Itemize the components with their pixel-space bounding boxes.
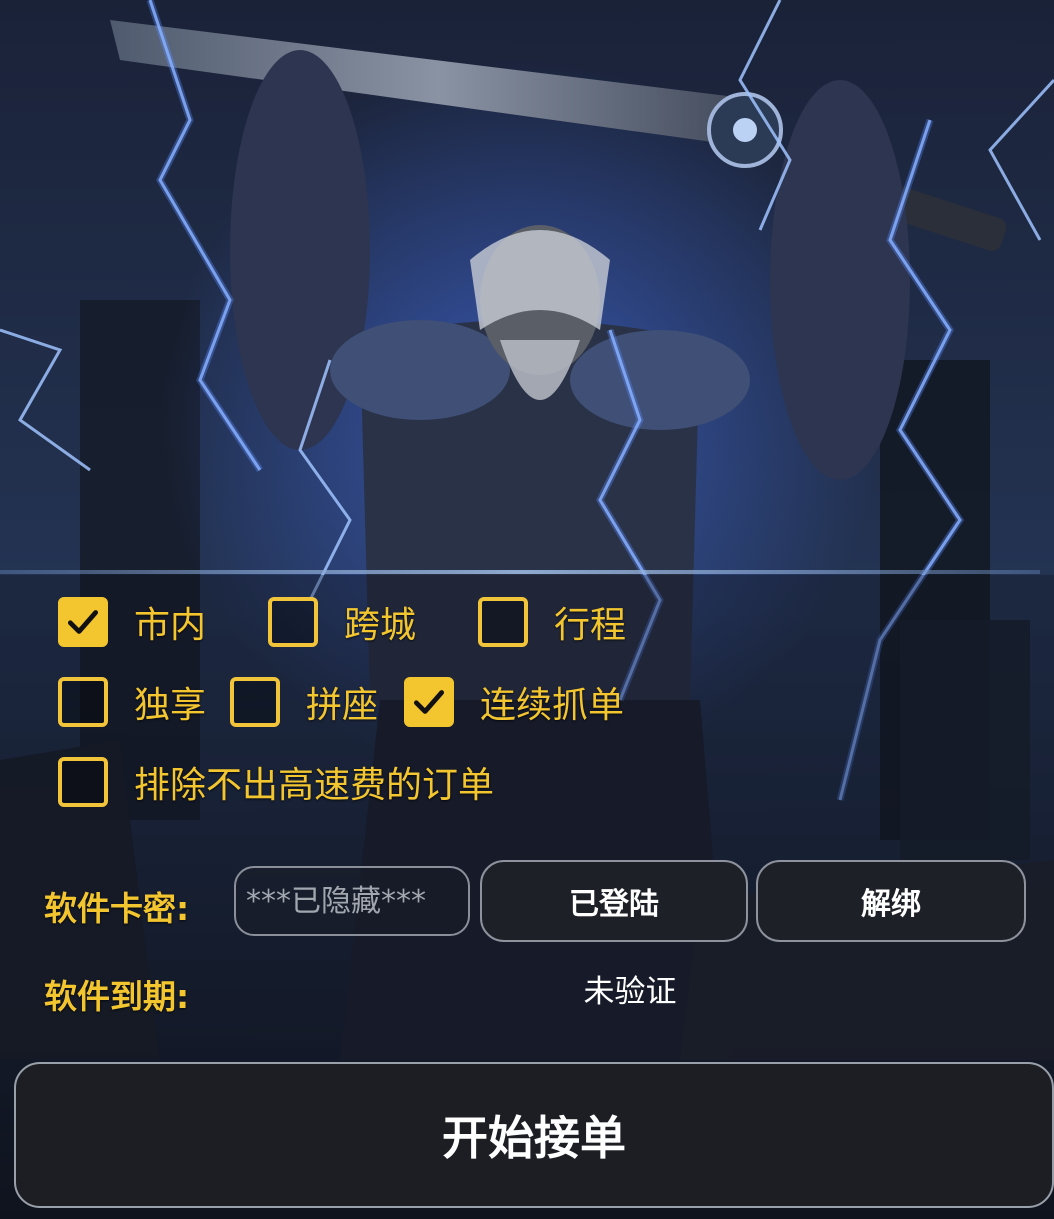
check-icon xyxy=(413,690,445,714)
option-label: 连续抓单 xyxy=(480,685,625,726)
option-label: 市内 xyxy=(134,605,207,646)
option-label: 行程 xyxy=(554,605,627,646)
start-accepting-orders-button[interactable]: 开始接单 xyxy=(14,1062,1054,1208)
option-row-3: 排除不出高速费的订单 xyxy=(0,756,1054,816)
option-row-2: 独享 拼座 连续抓单 xyxy=(0,676,1054,736)
checkbox-carpool[interactable] xyxy=(230,677,280,727)
checkbox-continuous-grab[interactable] xyxy=(404,677,454,727)
license-key-label: 软件卡密: xyxy=(44,889,190,928)
section-divider xyxy=(0,570,1040,574)
checkbox-trip[interactable] xyxy=(478,597,528,647)
option-carpool[interactable]: 拼座 xyxy=(230,676,378,728)
unbind-button[interactable]: 解绑 xyxy=(756,860,1026,942)
checkbox-intercity[interactable] xyxy=(268,597,318,647)
option-label: 独享 xyxy=(134,685,207,726)
checkbox-city[interactable] xyxy=(58,597,108,647)
check-icon xyxy=(67,610,99,634)
option-row-1: 市内 跨城 行程 xyxy=(0,596,1054,656)
option-label: 拼座 xyxy=(306,685,379,726)
option-city[interactable]: 市内 xyxy=(58,596,206,648)
option-intercity[interactable]: 跨城 xyxy=(268,596,416,648)
checkbox-exclude-no-toll[interactable] xyxy=(58,757,108,807)
option-trip[interactable]: 行程 xyxy=(478,596,626,648)
license-key-input[interactable] xyxy=(234,866,470,936)
app-screen: 市内 跨城 行程 独享 拼座 连续抓单 排除不出高速费的订单 软件卡密: ***… xyxy=(0,0,1054,1219)
expire-label: 软件到期: xyxy=(44,977,190,1016)
checkbox-exclusive[interactable] xyxy=(58,677,108,727)
option-label: 跨城 xyxy=(344,605,417,646)
option-label: 排除不出高速费的订单 xyxy=(134,765,495,806)
option-continuous-grab[interactable]: 连续抓单 xyxy=(404,676,624,728)
logged-in-button[interactable]: 已登陆 xyxy=(480,860,748,942)
option-exclude-no-toll[interactable]: 排除不出高速费的订单 xyxy=(58,756,494,808)
expire-value: 未验证 xyxy=(583,974,677,1010)
option-exclusive[interactable]: 独享 xyxy=(58,676,206,728)
